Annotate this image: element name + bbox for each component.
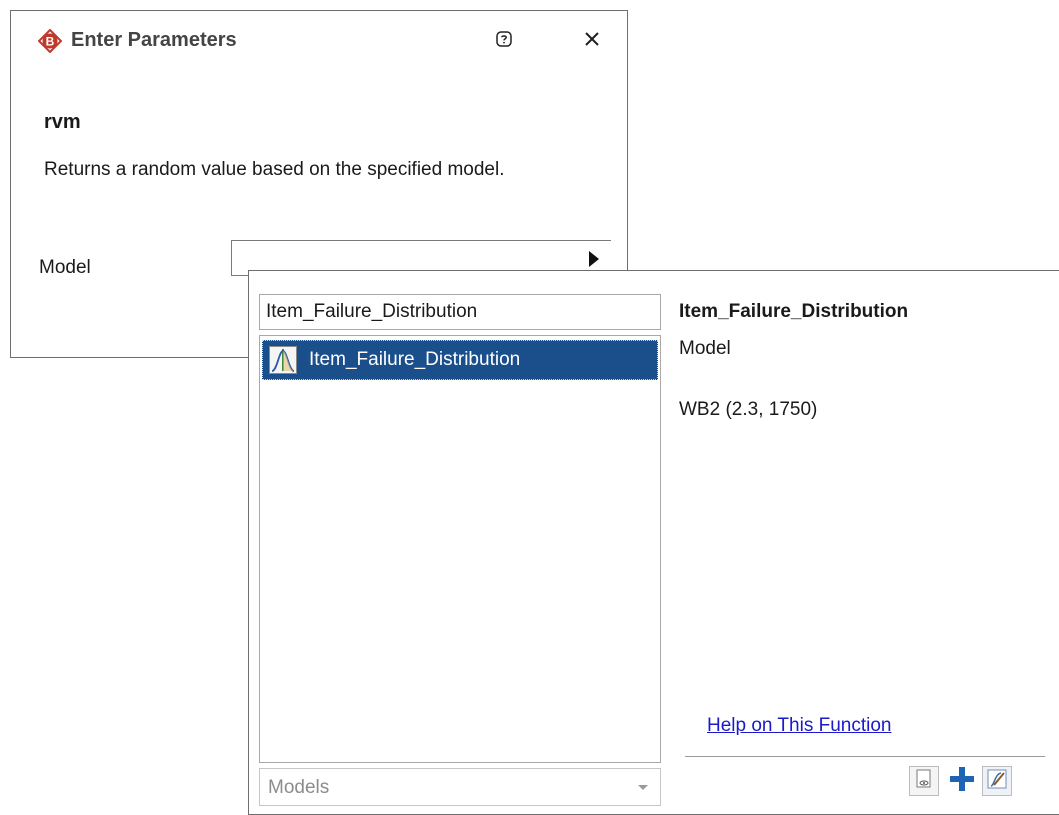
- add-button[interactable]: [947, 766, 977, 796]
- edit-icon: [986, 768, 1008, 795]
- function-name: rvm: [44, 111, 81, 133]
- list-item-label: Item_Failure_Distribution: [309, 349, 521, 370]
- view-button[interactable]: [909, 766, 939, 796]
- model-picker-popup: Item_Failure_Distribution Models Item_Fa…: [248, 270, 1059, 815]
- help-button[interactable]: [491, 28, 517, 54]
- help-icon: [495, 30, 513, 53]
- add-icon: [949, 766, 975, 797]
- dialog-title: Enter Parameters: [71, 29, 237, 51]
- edit-button[interactable]: [982, 766, 1012, 796]
- detail-value: WB2 (2.3, 1750): [679, 399, 818, 420]
- dialog-titlebar: B Enter Parameters: [11, 11, 627, 71]
- list-item[interactable]: Item_Failure_Distribution: [262, 340, 658, 380]
- function-description: Returns a random value based on the spec…: [44, 159, 505, 180]
- model-list: Item_Failure_Distribution: [259, 335, 661, 763]
- category-select-value: Models: [268, 777, 330, 798]
- divider: [685, 756, 1045, 757]
- svg-text:B: B: [46, 35, 55, 49]
- distribution-curve-icon: [269, 346, 297, 374]
- view-icon: [913, 768, 935, 795]
- close-button[interactable]: [577, 26, 607, 56]
- close-icon: [584, 31, 600, 52]
- chevron-down-icon: [638, 785, 648, 790]
- help-on-function-link[interactable]: Help on This Function: [707, 715, 891, 737]
- detail-name: Item_Failure_Distribution: [679, 301, 909, 322]
- category-select[interactable]: Models: [259, 768, 661, 806]
- triangle-right-icon[interactable]: [587, 249, 601, 269]
- b-logo-icon: B: [37, 28, 63, 54]
- model-parameter-label: Model: [39, 257, 91, 278]
- search-input[interactable]: [259, 294, 661, 330]
- detail-type: Model: [679, 338, 731, 359]
